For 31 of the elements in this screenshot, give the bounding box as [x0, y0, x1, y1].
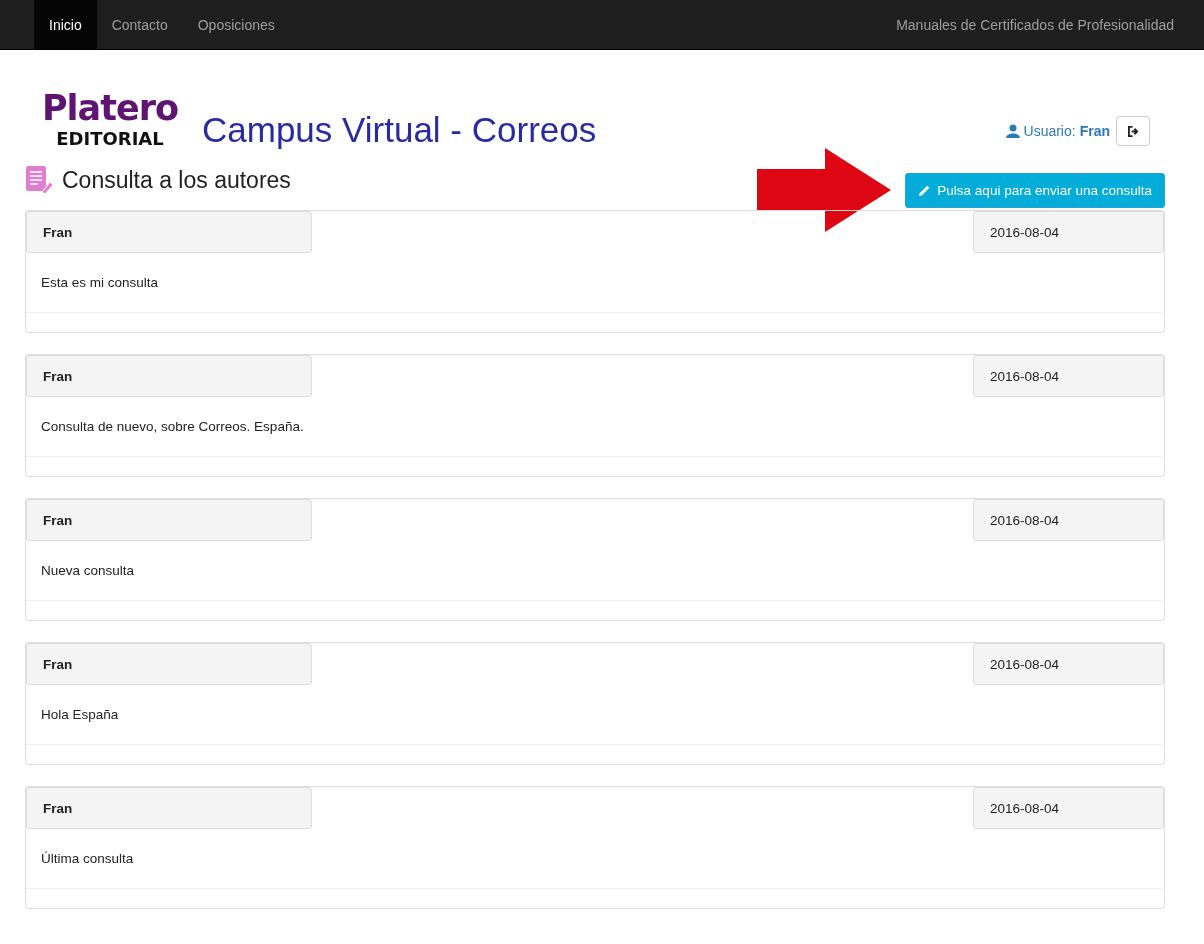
query-date: 2016-08-04	[973, 643, 1164, 685]
author-name: Fran	[26, 499, 312, 541]
query-date: 2016-08-04	[973, 355, 1164, 397]
nav-link[interactable]: Inicio	[34, 0, 97, 49]
arrow-icon	[757, 148, 892, 232]
query-text: Nueva consulta	[41, 563, 135, 578]
query-date: 2016-08-04	[973, 211, 1164, 253]
section-title: Consulta a los autores	[62, 166, 291, 194]
author-name: Fran	[26, 643, 312, 685]
query-text: Consulta de nuevo, sobre Correos. España.	[41, 419, 304, 434]
nav-link[interactable]: Manuales de Certificados de Profesionalidad	[896, 0, 1174, 49]
author-name: Fran	[26, 211, 312, 253]
document-pencil-icon	[24, 165, 54, 195]
logout-button[interactable]	[1116, 116, 1150, 146]
query-text: Esta es mi consulta	[41, 275, 159, 290]
query-text: Hola España	[41, 707, 119, 722]
logo-text: Platero	[41, 88, 178, 128]
logout-icon	[1127, 125, 1139, 137]
nav-link[interactable]: Contacto	[96, 0, 183, 49]
user-name: Fran	[1079, 123, 1110, 139]
user-label: Usuario:	[1023, 123, 1076, 139]
logo-subtext: EDITORIAL	[56, 128, 164, 150]
user-icon	[1005, 124, 1020, 138]
query-date: 2016-08-04	[973, 787, 1164, 829]
nav-link[interactable]: Oposiciones	[182, 0, 290, 49]
query-text: Última consulta	[41, 851, 134, 866]
author-name: Fran	[26, 355, 312, 397]
query-date: 2016-08-04	[973, 499, 1164, 541]
author-name: Fran	[26, 787, 312, 829]
page-title: Campus Virtual - Correos	[202, 110, 598, 150]
pencil-icon	[918, 183, 932, 197]
